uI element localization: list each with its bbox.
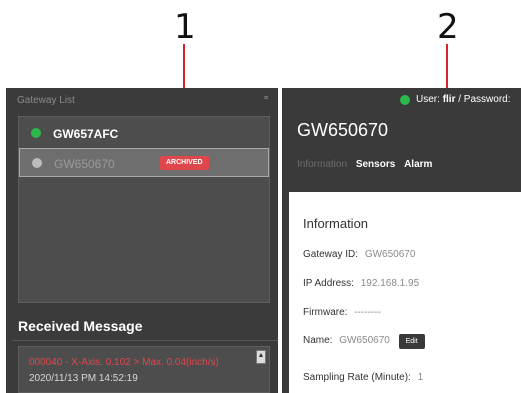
name-value: GW650670 bbox=[339, 335, 390, 346]
callout-number-2: 2 bbox=[437, 7, 459, 47]
gateway-list: GW657AFC GW650670 ARCHIVED bbox=[18, 116, 270, 303]
archived-badge: ARCHIVED bbox=[160, 156, 209, 170]
firmware-value: -------- bbox=[354, 307, 381, 318]
firmware-row: Firmware: -------- bbox=[303, 307, 381, 318]
gateway-list-title: Gateway List bbox=[17, 95, 75, 106]
user-info: User: flir / Password: bbox=[416, 94, 511, 105]
name-row: Name: GW650670 Edit bbox=[303, 334, 425, 349]
alarm-message-timestamp: 2020/11/13 PM 14:52:19 bbox=[29, 373, 138, 384]
online-status-icon bbox=[31, 128, 41, 138]
ip-address-label: IP Address: bbox=[303, 278, 354, 289]
edit-name-button[interactable]: Edit bbox=[398, 334, 425, 349]
sampling-rate-label: Sampling Rate (Minute): bbox=[303, 372, 411, 383]
tab-information[interactable]: Information bbox=[297, 159, 347, 170]
gateway-title: GW650670 bbox=[297, 120, 389, 140]
firmware-label: Firmware: bbox=[303, 307, 348, 318]
sampling-rate-value: 1 bbox=[417, 372, 424, 383]
received-message-list: 000040 - X-Axis. 0.102 > Max. 0.04(inch/… bbox=[18, 346, 270, 393]
sampling-rate-row: Sampling Rate (Minute): 1 bbox=[303, 372, 423, 383]
gateway-list-header: Gateway List ¤ bbox=[6, 88, 278, 110]
tab-sensors[interactable]: Sensors bbox=[356, 159, 395, 170]
ip-address-row: IP Address: 192.168.1.95 bbox=[303, 278, 419, 289]
user-status-icon bbox=[400, 95, 410, 105]
ip-address-value: 192.168.1.95 bbox=[360, 278, 420, 289]
user-label: User: bbox=[416, 94, 440, 105]
pin-icon[interactable]: ¤ bbox=[264, 95, 268, 102]
scroll-up-icon[interactable]: ▲ bbox=[256, 350, 266, 364]
gateway-list-panel: Gateway List ¤ GW657AFC GW650670 ARCHIVE… bbox=[6, 88, 278, 393]
detail-tabs: Information Sensors Alarm bbox=[297, 159, 438, 170]
archived-status-icon bbox=[32, 158, 42, 168]
gateway-name: GW650670 bbox=[54, 157, 115, 171]
gateway-name: GW657AFC bbox=[53, 127, 119, 141]
gateway-item-gw650670[interactable]: GW650670 ARCHIVED bbox=[19, 148, 269, 177]
divider bbox=[12, 340, 278, 341]
password-label: / Password: bbox=[458, 94, 511, 105]
user-name: flir bbox=[442, 94, 456, 105]
gateway-id-value: GW650670 bbox=[364, 249, 416, 260]
information-card: Information Gateway ID: GW650670 IP Addr… bbox=[289, 192, 521, 393]
screenshot-root: 1 2 Gateway List ¤ GW657AFC GW650670 ARC… bbox=[0, 0, 521, 393]
gateway-item-gw657afc[interactable]: GW657AFC bbox=[19, 119, 269, 148]
received-message-title: Received Message bbox=[18, 318, 143, 334]
tab-alarm[interactable]: Alarm bbox=[404, 159, 432, 170]
gateway-id-label: Gateway ID: bbox=[303, 249, 359, 260]
name-label: Name: bbox=[303, 335, 333, 346]
information-title: Information bbox=[303, 216, 369, 231]
gateway-id-row: Gateway ID: GW650670 bbox=[303, 249, 415, 260]
callout-number-1: 1 bbox=[174, 7, 196, 47]
alarm-message-text[interactable]: 000040 - X-Axis. 0.102 > Max. 0.04(inch/… bbox=[29, 357, 219, 368]
